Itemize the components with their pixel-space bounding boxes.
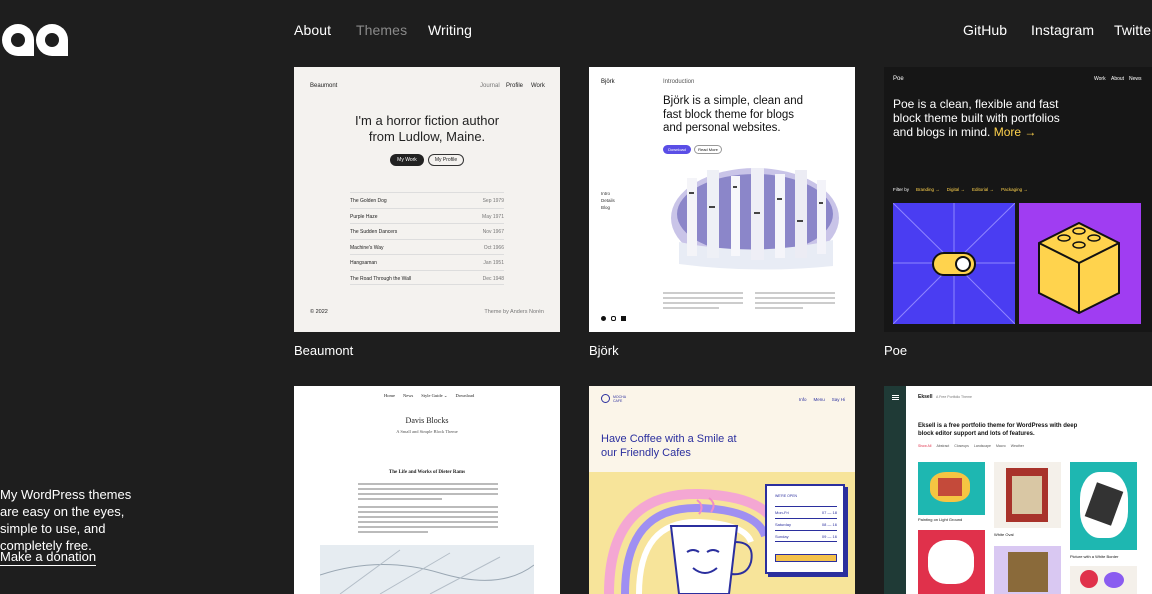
nav-writing[interactable]: Writing (428, 22, 472, 38)
preview-post-title: The Life and Works of Dieter Rams (388, 470, 466, 475)
nav-twitter[interactable]: Twitter (1114, 22, 1152, 38)
site-logo[interactable] (0, 22, 70, 58)
preview-categories: Show All Abstract Closeups Landscape Macro We… (918, 444, 1024, 448)
work-title-2: White Oval (994, 532, 1014, 537)
work-title-3: Picture with a White Border (1070, 554, 1119, 559)
preview-site-title: Beaumont (310, 83, 338, 89)
toggle-illustration (893, 203, 1015, 324)
nav-themes[interactable]: Themes (356, 22, 407, 38)
preview-btn-work: My Work (390, 154, 424, 166)
preview-btn-more: Read More (694, 145, 722, 154)
preview-menu: Info Menu Say Hi (799, 397, 846, 402)
preview-site-title: Davis Blocks (405, 416, 449, 425)
preview-hours-list: Mon-Fri 07 — 18 Saturday 08 — 16 Sunday 09 … (775, 506, 837, 542)
work-thumb-4 (918, 530, 985, 594)
preview-site-sub: A Free Portfolio Theme (936, 395, 972, 399)
theme-name-beaumont[interactable]: Beaumont (294, 343, 353, 358)
list-item: The Golden Dog Sep 1979 (350, 192, 504, 208)
list-item: The Sudden Dancers Nov 1967 (350, 223, 504, 239)
theme-name-poe[interactable]: Poe (884, 343, 907, 358)
preview-filters: Filter by Branding → Digital → Editorial… (893, 187, 1028, 192)
preview-menu: Home News Style Guide ⌄ Download (384, 393, 475, 398)
work-thumb-6 (1070, 566, 1137, 594)
theme-card-poe[interactable]: Poe Work About News Poe is a clean, flex… (884, 67, 1152, 332)
work-thumb-5 (994, 546, 1061, 594)
preview-menu-work: Work (1094, 76, 1106, 82)
work-thumb-3 (1070, 462, 1137, 550)
theme-card-coffee[interactable]: MOCHA CAFE Info Menu Say Hi Have Coffee wi… (589, 386, 855, 594)
preview-logo: MOCHA CAFE (601, 394, 635, 403)
donate-link[interactable]: Make a donation (0, 549, 97, 566)
theme-name-bjork[interactable]: Björk (589, 343, 619, 358)
preview-social-icons (601, 316, 626, 321)
preview-btn-download: Download (663, 145, 691, 154)
theme-card-bjork[interactable]: Björk Introduction Björk is a simple, cl… (589, 67, 855, 332)
preview-side-links: Intro Details Blog (601, 191, 615, 210)
list-item: The Road Through the Wall Dec 1948 (350, 269, 504, 285)
preview-post-body (358, 483, 498, 533)
nav-github[interactable]: GitHub (963, 22, 1007, 38)
preview-side-bar (884, 386, 906, 594)
theme-card-eksell[interactable]: Eksell A Free Portfolio Theme Eksell is … (884, 386, 1152, 594)
preview-headline: Eksell is a free portfolio theme for Wor… (918, 423, 1078, 437)
theme-card-beaumont[interactable]: Beaumont Journal Profile Work I'm a horr… (294, 67, 560, 332)
preview-section: Introduction (663, 79, 695, 85)
preview-menu-news: News (1129, 76, 1142, 82)
preview-hours-card: WE'RE OPEN Mon-Fri 07 — 18 Saturday 08 — 1… (765, 484, 845, 574)
preview-body-text-2 (755, 292, 835, 309)
menu-icon (892, 395, 899, 396)
preview-btn-profile: My Profile (428, 154, 464, 166)
birch-illustration (671, 168, 839, 270)
preview-body-text (663, 292, 743, 309)
nav-instagram[interactable]: Instagram (1031, 22, 1094, 38)
preview-book-list: The Golden Dog Sep 1979 Purple Haze May 19… (350, 192, 504, 285)
sketch-image (320, 545, 534, 594)
preview-site-title: Björk (601, 79, 615, 85)
preview-menu-work: Work (531, 83, 545, 89)
preview-tagline: A Small and Simple Block Theme (396, 429, 458, 434)
preview-headline: I'm a horror fiction author from Ludlow,… (354, 113, 500, 144)
preview-site-title: Eksell (918, 394, 933, 400)
preview-site-title: Poe (893, 76, 904, 82)
list-item: Hangsaman Jan 1951 (350, 254, 504, 270)
preview-headline: Have Coffee with a Smile at our Friendly… (601, 433, 737, 459)
sidebar-tagline: My WordPress themes are easy on the eyes… (0, 487, 132, 553)
facebook-icon (601, 316, 606, 321)
cup-icon (601, 394, 610, 403)
work-thumb-2 (994, 462, 1061, 528)
preview-menu-profile: Profile (506, 83, 524, 89)
list-item: Purple Haze May 1971 (350, 207, 504, 224)
list-item: Machine's Way Oct 1966 (350, 238, 504, 255)
preview-footer-left: © 2022 (310, 309, 328, 315)
preview-footer-right: Theme by Anders Norén (484, 309, 544, 315)
blocks-illustration (1019, 203, 1141, 324)
preview-headline: Poe is a clean, flexible and fast block … (893, 97, 1060, 139)
theme-card-davis[interactable]: Home News Style Guide ⌄ Download Davis Bloc… (294, 386, 560, 594)
nav-about[interactable]: About (294, 22, 331, 38)
work-thumb-1 (918, 462, 985, 515)
preview-menu-journal: Journal (480, 83, 500, 89)
preview-headline: Björk is a simple, clean and fast block … (663, 95, 803, 134)
preview-menu-about: About (1111, 76, 1125, 82)
instagram-icon (611, 316, 616, 321)
work-title-1: Painting on Light Ground (918, 517, 963, 522)
linkedin-icon (621, 316, 626, 321)
